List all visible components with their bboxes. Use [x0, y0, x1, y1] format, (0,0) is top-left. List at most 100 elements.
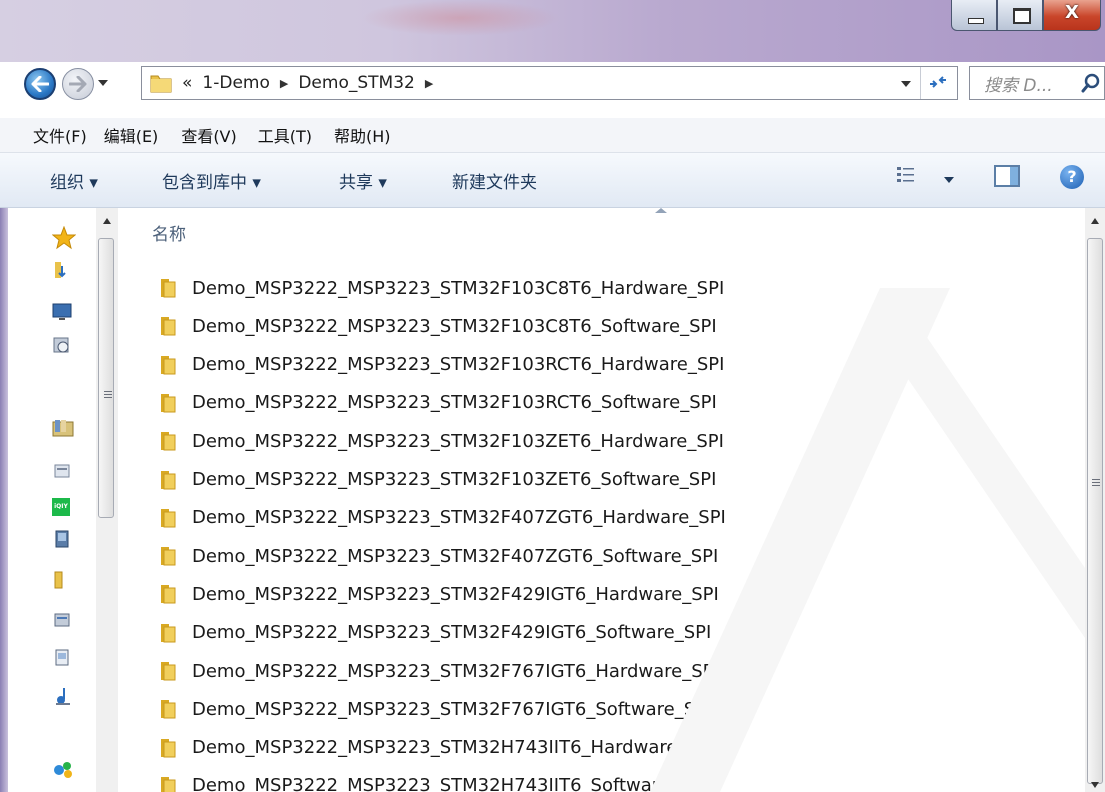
menu-help[interactable]: 帮助(H): [334, 123, 391, 147]
list-item[interactable]: Demo_MSP3222_MSP3223_STM32F767IGT6_Hardw…: [158, 653, 719, 689]
file-name: Demo_MSP3222_MSP3223_STM32F429IGT6_Softw…: [192, 622, 712, 644]
pictures-library-icon[interactable]: [52, 648, 72, 668]
column-header-name[interactable]: 名称: [152, 220, 186, 245]
list-item[interactable]: Demo_MSP3222_MSP3223_STM32F407ZGT6_Hardw…: [158, 500, 726, 536]
iqiyi-icon[interactable]: iQIY: [52, 498, 70, 516]
include-in-library-button[interactable]: 包含到库中 ▾: [162, 168, 261, 193]
back-button[interactable]: [24, 68, 56, 100]
file-name: Demo_MSP3222_MSP3223_STM32H743IIT6_Softw…: [192, 775, 707, 792]
share-button[interactable]: 共享 ▾: [339, 168, 387, 193]
back-arrow-icon: [31, 76, 49, 92]
music-library-icon[interactable]: [52, 686, 72, 706]
list-item[interactable]: Demo_MSP3222_MSP3223_STM32H743IIT6_Softw…: [158, 768, 706, 792]
homegroup-icon[interactable]: [52, 760, 76, 780]
window-left-edge: [0, 208, 8, 792]
forward-button[interactable]: [62, 68, 94, 100]
folder-icon[interactable]: [52, 570, 72, 590]
scroll-grip-icon: [1092, 479, 1100, 480]
include-in-library-label: 包含到库中 ▾: [162, 173, 261, 193]
close-icon: X: [1065, 2, 1079, 23]
breadcrumb-separator-icon[interactable]: ▶: [425, 77, 433, 90]
folder-icon: [161, 393, 176, 413]
breadcrumb-item-1-demo[interactable]: 1-Demo: [202, 73, 269, 93]
list-item[interactable]: Demo_MSP3222_MSP3223_STM32F103RCT6_Hardw…: [158, 347, 724, 383]
refresh-button[interactable]: [927, 72, 949, 97]
menu-file[interactable]: 文件(F): [33, 123, 87, 147]
list-item[interactable]: Demo_MSP3222_MSP3223_STM32F103C8T6_Hardw…: [158, 270, 724, 306]
list-item[interactable]: Demo_MSP3222_MSP3223_STM32F429IGT6_Hardw…: [158, 576, 719, 612]
help-icon[interactable]: ?: [1060, 165, 1084, 189]
file-name: Demo_MSP3222_MSP3223_STM32F429IGT6_Hardw…: [192, 583, 719, 605]
file-name: Demo_MSP3222_MSP3223_STM32F407ZGT6_Hardw…: [192, 507, 726, 529]
organize-button[interactable]: 组织 ▾: [50, 168, 98, 193]
maximize-icon: [1013, 8, 1031, 24]
navigation-scroll-thumb[interactable]: [98, 238, 114, 518]
refresh-icon: [930, 76, 946, 88]
address-history-dropdown[interactable]: [901, 81, 911, 87]
menu-view[interactable]: 查看(V): [181, 123, 236, 147]
change-view-icon[interactable]: [896, 165, 916, 185]
list-item[interactable]: Demo_MSP3222_MSP3223_STM32F767IGT6_Softw…: [158, 691, 711, 727]
folder-icon: [161, 700, 176, 719]
folder-icon: [161, 317, 176, 336]
file-name: Demo_MSP3222_MSP3223_STM32F103ZET6_Softw…: [192, 469, 717, 490]
maximize-button[interactable]: [997, 0, 1043, 31]
menu-tools[interactable]: 工具(T): [258, 123, 312, 147]
breadcrumb-separator-icon[interactable]: ▶: [280, 77, 288, 90]
folder-icon: [161, 623, 176, 643]
file-name: Demo_MSP3222_MSP3223_STM32F103ZET6_Hardw…: [192, 430, 724, 452]
scroll-up-icon[interactable]: [1091, 218, 1099, 224]
video-library-icon[interactable]: [52, 530, 72, 550]
scroll-grip-icon: [104, 391, 112, 392]
address-bar[interactable]: « 1-Demo ▶ Demo_STM32 ▶: [141, 66, 958, 100]
list-item[interactable]: Demo_MSP3222_MSP3223_STM32F407ZGT6_Softw…: [158, 538, 718, 574]
preview-pane-icon[interactable]: [994, 165, 1020, 187]
folder-icon: [161, 355, 176, 375]
file-list: 名称 Demo_MSP3222_MSP3223_STM32F103C8T6_Ha…: [120, 208, 1085, 792]
documents-library-icon[interactable]: [52, 610, 72, 630]
library-item-icon[interactable]: [52, 462, 72, 482]
file-name: Demo_MSP3222_MSP3223_STM32H743IIT6_Hardw…: [192, 737, 715, 759]
minimize-icon: [968, 18, 984, 24]
file-list-scrollbar[interactable]: [1085, 208, 1105, 792]
folder-icon: [161, 547, 176, 566]
file-list-scroll-thumb[interactable]: [1087, 238, 1103, 784]
list-item[interactable]: Demo_MSP3222_MSP3223_STM32H743IIT6_Hardw…: [158, 730, 714, 766]
folder-icon: [161, 470, 176, 489]
list-item[interactable]: Demo_MSP3222_MSP3223_STM32F103C8T6_Softw…: [158, 308, 717, 344]
folder-icon: [161, 585, 176, 604]
scroll-up-icon[interactable]: [103, 218, 111, 224]
list-item[interactable]: Demo_MSP3222_MSP3223_STM32F103RCT6_Softw…: [158, 385, 717, 421]
list-item[interactable]: Demo_MSP3222_MSP3223_STM32F103ZET6_Hardw…: [158, 423, 724, 459]
libraries-icon[interactable]: [52, 418, 76, 438]
title-bar: X: [0, 0, 1105, 62]
folder-icon: [150, 75, 172, 93]
scroll-down-icon[interactable]: [1091, 782, 1099, 788]
new-folder-button[interactable]: 新建文件夹: [452, 168, 537, 193]
new-folder-label: 新建文件夹: [452, 173, 537, 193]
sort-ascending-icon: [655, 208, 667, 213]
recent-places-icon[interactable]: [52, 336, 72, 356]
menu-bar: 文件(F) 编辑(E) 查看(V) 工具(T) 帮助(H): [0, 118, 1105, 153]
breadcrumb-overflow[interactable]: «: [182, 73, 192, 93]
minimize-button[interactable]: [951, 0, 997, 31]
search-box[interactable]: 搜索 D...: [969, 66, 1105, 100]
search-icon[interactable]: [1080, 72, 1102, 94]
folder-icon: [161, 279, 176, 298]
folder-icon: [161, 738, 176, 758]
file-name: Demo_MSP3222_MSP3223_STM32F103RCT6_Hardw…: [192, 354, 725, 376]
navigation-scrollbar[interactable]: [96, 208, 118, 792]
downloads-folder-icon[interactable]: [52, 260, 72, 280]
breadcrumb-item-demo-stm32[interactable]: Demo_STM32: [298, 73, 415, 93]
recent-pages-dropdown[interactable]: [98, 80, 108, 86]
list-item[interactable]: Demo_MSP3222_MSP3223_STM32F103ZET6_Softw…: [158, 462, 716, 498]
list-item[interactable]: Demo_MSP3222_MSP3223_STM32F429IGT6_Softw…: [158, 615, 711, 651]
menu-edit[interactable]: 编辑(E): [104, 123, 159, 147]
close-button[interactable]: X: [1043, 0, 1101, 31]
view-options-dropdown[interactable]: [944, 177, 954, 183]
address-divider: [920, 67, 921, 99]
desktop-icon[interactable]: [52, 302, 72, 322]
search-placeholder: 搜索 D...: [984, 75, 1053, 96]
folder-icon: [161, 662, 176, 681]
favorites-star-icon[interactable]: [52, 226, 76, 250]
